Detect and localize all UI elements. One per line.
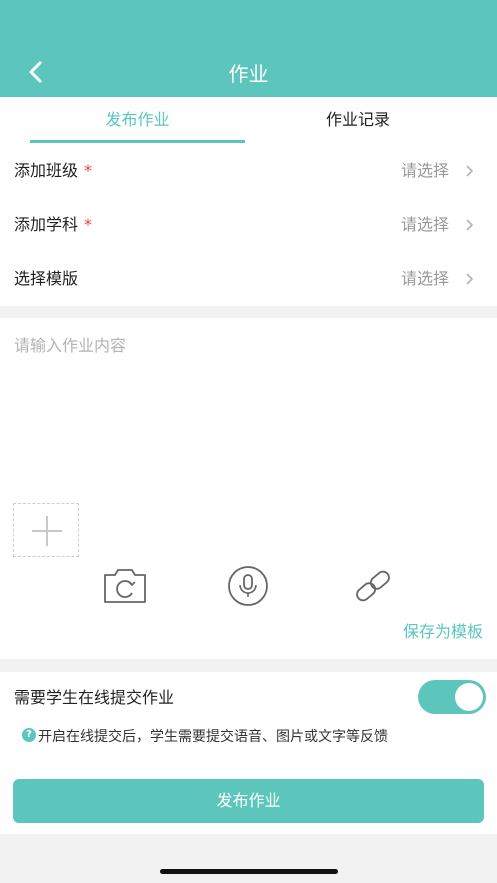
plus-icon	[32, 516, 62, 546]
row-value: 请选择	[400, 161, 449, 180]
row-value: 请选择	[400, 269, 449, 288]
row-value: 请选择	[400, 215, 449, 234]
row-label: 添加班级 *	[14, 161, 93, 180]
camera-icon[interactable]	[102, 566, 148, 606]
online-submit-hint: 开启在线提交后，学生需要提交语音、图片或文字等反馈	[38, 729, 388, 745]
chevron-right-icon	[466, 273, 474, 285]
home-indicator	[160, 869, 338, 874]
homework-content-card: 保存为模板	[0, 318, 497, 659]
tab-bar: 发布作业 作业记录	[0, 97, 497, 144]
active-tab-indicator	[30, 140, 245, 143]
online-submit-card: 需要学生在线提交作业 ? 开启在线提交后，学生需要提交语音、图片或文字等反馈 发…	[0, 672, 497, 834]
microphone-icon[interactable]	[225, 566, 271, 606]
publish-homework-button[interactable]: 发布作业	[13, 779, 484, 823]
row-label: 添加学科 *	[14, 215, 93, 234]
link-icon[interactable]	[350, 566, 396, 606]
tab-homework-records[interactable]: 作业记录	[248, 97, 468, 144]
row-label: 选择模版	[14, 269, 79, 288]
toggle-knob	[455, 683, 483, 711]
app-header: 作业	[0, 0, 497, 97]
online-submit-label: 需要学生在线提交作业	[14, 688, 175, 707]
add-attachment-button[interactable]	[13, 503, 79, 557]
save-as-template-button[interactable]: 保存为模板	[403, 618, 483, 642]
page-title: 作业	[228, 62, 269, 86]
help-icon: ?	[22, 728, 36, 742]
tab-publish-homework[interactable]: 发布作业	[30, 97, 245, 144]
required-mark: *	[84, 215, 93, 234]
select-row-template[interactable]: 选择模版 请选择	[0, 252, 497, 306]
homework-content-input[interactable]	[14, 332, 483, 502]
chevron-right-icon	[466, 219, 474, 231]
chevron-right-icon	[466, 165, 474, 177]
select-row-class[interactable]: 添加班级 * 请选择	[0, 144, 497, 198]
required-mark: *	[84, 161, 93, 180]
online-submit-toggle[interactable]	[418, 680, 486, 714]
select-row-subject[interactable]: 添加学科 * 请选择	[0, 198, 497, 252]
